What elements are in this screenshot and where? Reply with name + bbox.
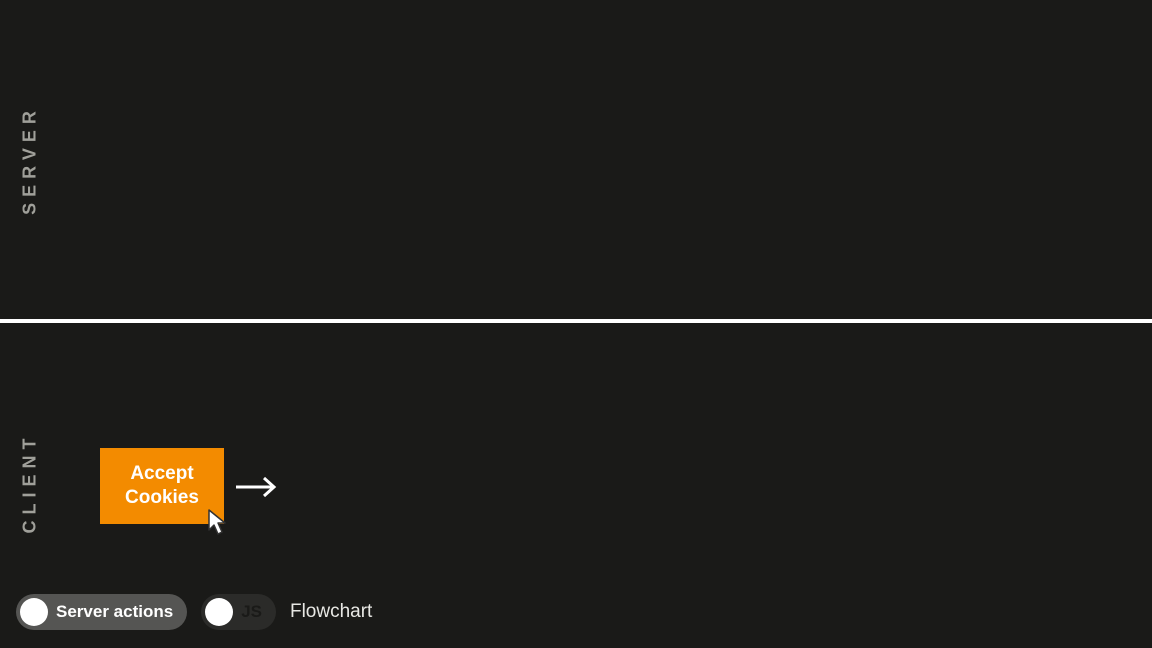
server-panel-label: SERVER	[20, 105, 41, 215]
flowchart-label: Flowchart	[290, 601, 372, 623]
server-panel: SERVER	[0, 0, 1152, 319]
toggle-js-label: JS	[241, 602, 262, 622]
diagram-stage: SERVER CLIENT Accept Cookies Server acti…	[0, 0, 1152, 648]
toggle-server-actions[interactable]: Server actions	[16, 594, 187, 630]
controls-bar: Server actions JS Flowchart	[16, 594, 372, 630]
toggle-js[interactable]: JS	[201, 594, 276, 630]
accept-cookies-button-text: Accept Cookies	[125, 462, 199, 510]
arrow-right-icon	[234, 475, 278, 499]
accept-cookies-line1: Accept	[130, 463, 193, 484]
accept-cookies-line2: Cookies	[125, 487, 199, 508]
client-panel-label: CLIENT	[20, 433, 41, 534]
toggle-knob	[20, 598, 48, 626]
cursor-icon	[208, 509, 228, 537]
toggle-knob	[205, 598, 233, 626]
toggle-server-actions-label: Server actions	[56, 602, 173, 622]
accept-cookies-button[interactable]: Accept Cookies	[100, 448, 224, 524]
